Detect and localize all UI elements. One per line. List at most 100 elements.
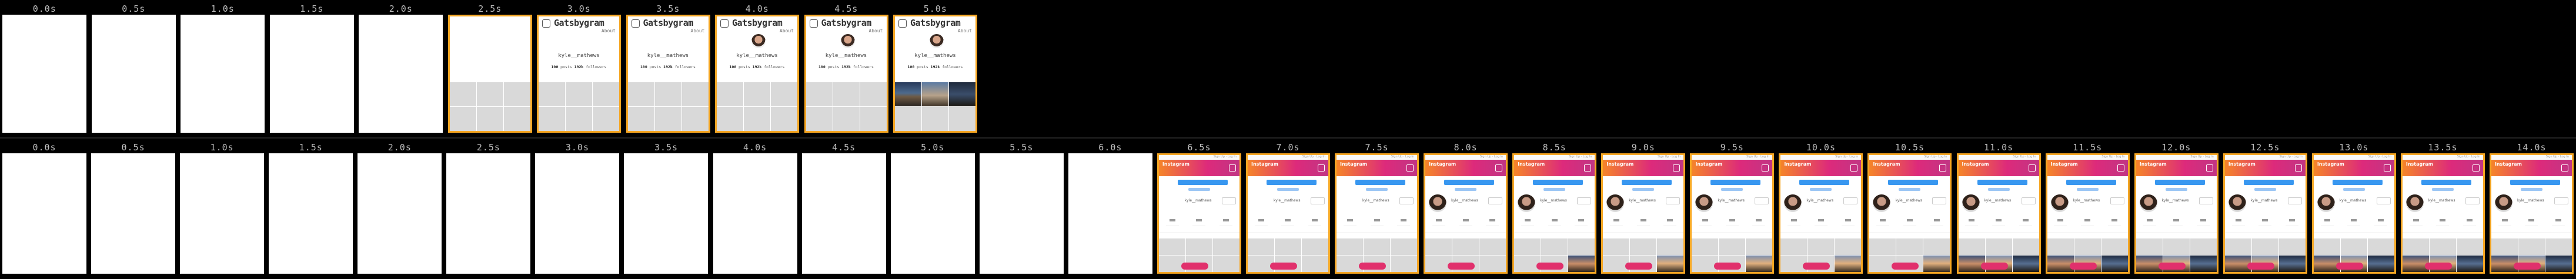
- follow-button[interactable]: [2376, 197, 2391, 204]
- site-title[interactable]: Gatsbygram: [910, 18, 961, 28]
- photo-tile[interactable]: [1923, 238, 1950, 255]
- follow-button[interactable]: [1843, 197, 1858, 204]
- photo-tile[interactable]: [2101, 256, 2128, 272]
- open-app-button[interactable]: [1355, 180, 1406, 185]
- photo-tile[interactable]: [833, 82, 860, 106]
- photo-tile[interactable]: [1835, 238, 1862, 255]
- photo-tile[interactable]: [654, 82, 681, 106]
- photo-tile[interactable]: [681, 82, 709, 106]
- signup-pill-button[interactable]: [1181, 263, 1208, 270]
- about-link[interactable]: About: [690, 28, 704, 33]
- signup-login-link[interactable]: Sign Up · Log In: [2546, 155, 2569, 159]
- open-app-button[interactable]: [1177, 180, 1228, 185]
- photo-tile[interactable]: [806, 82, 833, 106]
- photo-tile[interactable]: [1479, 238, 1506, 255]
- open-app-button[interactable]: [1533, 180, 1583, 185]
- photo-tile[interactable]: [1274, 238, 1301, 255]
- photo-tile[interactable]: [2047, 238, 2074, 255]
- photo-tile[interactable]: [2545, 238, 2572, 255]
- photo-tile[interactable]: [922, 107, 948, 131]
- photo-tile[interactable]: [1692, 238, 1719, 255]
- photo-tile[interactable]: [566, 107, 592, 131]
- photo-tile[interactable]: [2012, 238, 2039, 255]
- photo-tile[interactable]: [627, 107, 654, 131]
- photo-tile[interactable]: [2340, 238, 2367, 255]
- photo-tile[interactable]: [1746, 256, 1773, 272]
- view-tabs[interactable]: [2402, 233, 2483, 238]
- photo-tile[interactable]: [1657, 238, 1684, 255]
- photo-tile[interactable]: [1364, 238, 1391, 255]
- signup-pill-button[interactable]: [2069, 263, 2097, 270]
- photo-tile[interactable]: [1391, 256, 1418, 272]
- photo-tile[interactable]: [1568, 256, 1595, 272]
- photo-tile[interactable]: [1869, 238, 1896, 255]
- photo-tile[interactable]: [2367, 256, 2394, 272]
- photo-tile[interactable]: [717, 107, 743, 131]
- photo-tile[interactable]: [1247, 238, 1274, 255]
- follow-button[interactable]: [1221, 197, 1236, 204]
- follow-button[interactable]: [2110, 197, 2124, 204]
- photo-tile[interactable]: [2190, 256, 2217, 272]
- photo-tile[interactable]: [1719, 238, 1746, 255]
- photo-tile[interactable]: [627, 82, 654, 106]
- signup-login-link[interactable]: Sign Up · Log In: [1835, 155, 1858, 159]
- photo-tile[interactable]: [476, 82, 503, 106]
- photo-tile[interactable]: [833, 107, 860, 131]
- signup-pill-button[interactable]: [1714, 263, 1742, 270]
- photo-tile[interactable]: [2518, 238, 2545, 255]
- open-app-button[interactable]: [1710, 180, 1761, 185]
- photo-tile[interactable]: [1958, 256, 1985, 272]
- signup-login-link[interactable]: Sign Up · Log In: [2457, 155, 2480, 159]
- open-app-button[interactable]: [2066, 180, 2116, 185]
- follow-button[interactable]: [1666, 197, 1680, 204]
- secondary-button[interactable]: [2076, 188, 2099, 191]
- view-tabs[interactable]: [1780, 233, 1862, 238]
- photo-tile[interactable]: [744, 107, 770, 131]
- photo-tile[interactable]: [681, 107, 709, 131]
- site-title[interactable]: Gatsbygram: [554, 18, 604, 28]
- secondary-button[interactable]: [1188, 188, 1210, 191]
- open-app-button[interactable]: [2154, 180, 2205, 185]
- signup-login-link[interactable]: Sign Up · Log In: [1480, 155, 1503, 159]
- photo-tile[interactable]: [1923, 256, 1950, 272]
- photo-tile[interactable]: [1301, 238, 1328, 255]
- photo-tile[interactable]: [2278, 256, 2306, 272]
- photo-tile[interactable]: [593, 82, 619, 106]
- secondary-button[interactable]: [2165, 188, 2187, 191]
- site-title[interactable]: Gatsbygram: [821, 18, 872, 28]
- view-tabs[interactable]: [1514, 233, 1595, 238]
- photo-tile[interactable]: [2278, 238, 2306, 255]
- view-tabs[interactable]: [2136, 233, 2217, 238]
- photo-tile[interactable]: [771, 82, 797, 106]
- open-app-button[interactable]: [2510, 180, 2560, 185]
- about-link[interactable]: About: [958, 28, 972, 33]
- photo-tile[interactable]: [2136, 238, 2163, 255]
- view-tabs[interactable]: [2047, 233, 2128, 238]
- photo-tile[interactable]: [1541, 238, 1568, 255]
- photo-tile[interactable]: [1514, 238, 1541, 255]
- photo-tile[interactable]: [1185, 238, 1212, 255]
- photo-tile[interactable]: [1657, 256, 1684, 272]
- signup-pill-button[interactable]: [2247, 263, 2274, 270]
- photo-tile[interactable]: [2456, 238, 2483, 255]
- photo-tile[interactable]: [1425, 238, 1452, 255]
- photo-tile[interactable]: [806, 107, 833, 131]
- photo-tile[interactable]: [1568, 238, 1595, 255]
- photo-tile[interactable]: [1452, 238, 1479, 255]
- photo-tile[interactable]: [949, 82, 975, 106]
- signup-login-link[interactable]: Sign Up · Log In: [1214, 155, 1237, 159]
- view-tabs[interactable]: [1158, 233, 1239, 238]
- photo-tile[interactable]: [1212, 256, 1239, 272]
- view-tabs[interactable]: [1692, 233, 1773, 238]
- secondary-button[interactable]: [1543, 188, 1566, 191]
- follow-button[interactable]: [2465, 197, 2480, 204]
- secondary-button[interactable]: [1366, 188, 1388, 191]
- secondary-button[interactable]: [1899, 188, 1921, 191]
- photo-tile[interactable]: [771, 107, 797, 131]
- signup-login-link[interactable]: Sign Up · Log In: [1569, 155, 1592, 159]
- photo-tile[interactable]: [2429, 238, 2456, 255]
- signup-pill-button[interactable]: [1980, 263, 2008, 270]
- photo-tile[interactable]: [1158, 238, 1185, 255]
- secondary-button[interactable]: [2254, 188, 2276, 191]
- photo-tile[interactable]: [1807, 238, 1835, 255]
